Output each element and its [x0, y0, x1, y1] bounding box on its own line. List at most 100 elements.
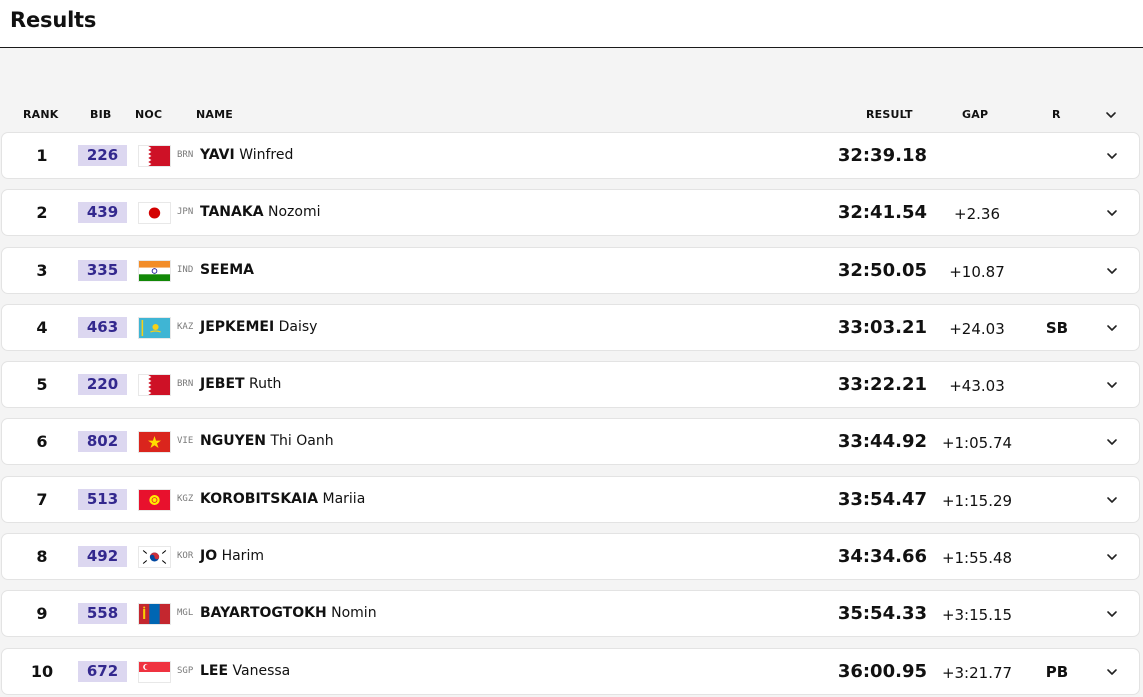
results-list: 1 226 BRN YAVI Winfred 32:39.18 2 439 JPN TANAKA…: [1, 132, 1140, 697]
athlete-name[interactable]: JO Harim: [200, 548, 264, 564]
result-time: 34:34.66: [837, 546, 927, 568]
athlete-last-name: KOROBITSKAIA: [200, 490, 319, 507]
athlete-first-name: Thi Oanh: [270, 433, 334, 450]
chevron-down-icon[interactable]: [1105, 607, 1119, 621]
rank-cell: 4: [36, 317, 48, 337]
athlete-last-name: LEE: [200, 662, 229, 679]
bib-badge: 439: [78, 202, 127, 224]
result-time: 32:50.05: [837, 259, 927, 281]
noc-code: IND: [177, 264, 194, 275]
kyrgyzstan-flag-icon: [138, 488, 171, 511]
header-bib: BIB: [90, 108, 112, 121]
bahrain-flag-icon: [138, 145, 171, 167]
chevron-down-icon[interactable]: [1105, 206, 1119, 220]
chevron-down-icon[interactable]: [1105, 264, 1119, 278]
gap-value: +43.03: [949, 377, 1005, 396]
chevron-down-icon[interactable]: [1105, 378, 1119, 392]
bib-badge: 558: [78, 603, 127, 625]
athlete-name[interactable]: JEBET Ruth: [200, 376, 281, 392]
record-badge: PB: [1045, 662, 1069, 681]
header-result: RESULT: [866, 108, 913, 121]
athlete-first-name: Vanessa: [232, 662, 291, 679]
result-time: 33:54.47: [837, 488, 927, 510]
athlete-name[interactable]: BAYARTOGTOKH Nomin: [200, 605, 377, 621]
table-row[interactable]: 1 226 BRN YAVI Winfred 32:39.18: [1, 132, 1140, 179]
table-row[interactable]: 6 802 VIE NGUYEN Thi Oanh 33:44.92 +1:05.74: [1, 418, 1140, 466]
header-record: R: [1052, 108, 1061, 121]
athlete-name[interactable]: TANAKA Nozomi: [200, 204, 320, 220]
table-row[interactable]: 4 463 KAZ JEPKEMEI Daisy 33:03.21 +24.03 SB: [1, 303, 1140, 351]
india-flag-icon: [138, 259, 171, 282]
athlete-name[interactable]: LEE Vanessa: [200, 663, 290, 679]
athlete-last-name: TANAKA: [200, 204, 264, 221]
gap-value: +3:15.15: [941, 606, 1013, 625]
rank-cell: 9: [36, 604, 48, 624]
record-badge: SB: [1045, 318, 1069, 337]
table-row[interactable]: 10 672 SGP LEE Vanessa 36:00.95 +3:21.77 PB: [1, 647, 1140, 695]
athlete-last-name: SEEMA: [200, 261, 254, 278]
bib-badge: 226: [78, 145, 127, 166]
athlete-first-name: Nomin: [331, 605, 377, 622]
noc-code: MGL: [177, 608, 194, 619]
gap-value: +1:05.74: [941, 434, 1013, 453]
table-row[interactable]: 9 558 MGL BAYARTOGTOKH Nomin 35:54.33 +3:15.1…: [1, 590, 1140, 638]
table-row[interactable]: 8 492 KOR JO Harim 34:34.66 +1:55.48: [1, 533, 1140, 581]
table-row[interactable]: 7 513 KGZ KOROBITSKAIA Mariia 33:54.47 +1:15.…: [1, 475, 1140, 523]
noc-code: VIE: [177, 436, 194, 447]
gap-value: +24.03: [949, 319, 1005, 338]
gap-value: +1:55.48: [941, 549, 1013, 568]
gap-value: +10.87: [949, 262, 1005, 281]
result-time: 33:22.21: [837, 374, 927, 396]
gap-value: +3:21.77: [941, 663, 1013, 682]
bib-badge: 802: [78, 431, 127, 453]
athlete-last-name: BAYARTOGTOKH: [200, 605, 327, 622]
chevron-down-icon[interactable]: [1105, 149, 1119, 163]
result-time: 32:41.54: [837, 202, 927, 224]
table-row[interactable]: 5 220 BRN JEBET Ruth 33:22.21 +43.03: [1, 361, 1140, 409]
rank-cell: 8: [36, 547, 48, 567]
result-time: 33:03.21: [837, 316, 927, 338]
rank-cell: 1: [36, 146, 48, 165]
chevron-down-icon[interactable]: [1105, 493, 1119, 507]
athlete-last-name: YAVI: [200, 147, 235, 163]
athlete-name[interactable]: KOROBITSKAIA Mariia: [200, 491, 365, 507]
athlete-last-name: NGUYEN: [200, 433, 266, 450]
athlete-name[interactable]: SEEMA: [200, 262, 254, 278]
athlete-first-name: Mariia: [322, 490, 366, 507]
rank-cell: 6: [36, 432, 48, 452]
chevron-down-icon[interactable]: [1105, 321, 1119, 335]
japan-flag-icon: [138, 202, 171, 225]
noc-code: JPN: [177, 207, 194, 218]
mongolia-flag-icon: [138, 603, 171, 626]
bahrain-flag-icon: [138, 374, 171, 397]
noc-code: KAZ: [177, 321, 194, 332]
expand-all-chevron-icon[interactable]: [1104, 108, 1118, 122]
table-row[interactable]: 2 439 JPN TANAKA Nozomi 32:41.54 +2.36: [1, 189, 1140, 237]
table-row[interactable]: 3 335 IND SEEMA 32:50.05 +10.87: [1, 246, 1140, 294]
kazakhstan-flag-icon: [138, 316, 171, 339]
noc-code: KOR: [177, 551, 194, 562]
athlete-first-name: Daisy: [278, 318, 318, 335]
results-page: Results RANK BIB NOC NAME RESULT GAP R 1…: [0, 0, 1143, 697]
bib-badge: 513: [78, 488, 127, 510]
athlete-name[interactable]: YAVI Winfred: [200, 147, 293, 163]
gap-value: +1:15.29: [941, 491, 1013, 510]
header-rank: RANK: [23, 108, 59, 121]
noc-code: BRN: [177, 379, 194, 390]
noc-code: SGP: [177, 665, 194, 676]
chevron-down-icon[interactable]: [1105, 550, 1119, 564]
athlete-name[interactable]: JEPKEMEI Daisy: [200, 319, 317, 335]
bib-badge: 335: [78, 259, 127, 281]
athlete-first-name: Ruth: [249, 376, 282, 393]
korea-flag-icon: [138, 546, 171, 569]
rank-cell: 5: [36, 375, 48, 395]
bib-badge: 672: [78, 660, 127, 682]
bib-badge: 492: [78, 546, 127, 568]
chevron-down-icon[interactable]: [1105, 435, 1119, 449]
athlete-first-name: Nozomi: [268, 204, 321, 221]
chevron-down-icon[interactable]: [1105, 665, 1119, 679]
rank-cell: 2: [36, 203, 48, 223]
header-noc: NOC: [135, 108, 163, 121]
gap-value: +2.36: [954, 205, 1000, 224]
athlete-name[interactable]: NGUYEN Thi Oanh: [200, 433, 334, 449]
